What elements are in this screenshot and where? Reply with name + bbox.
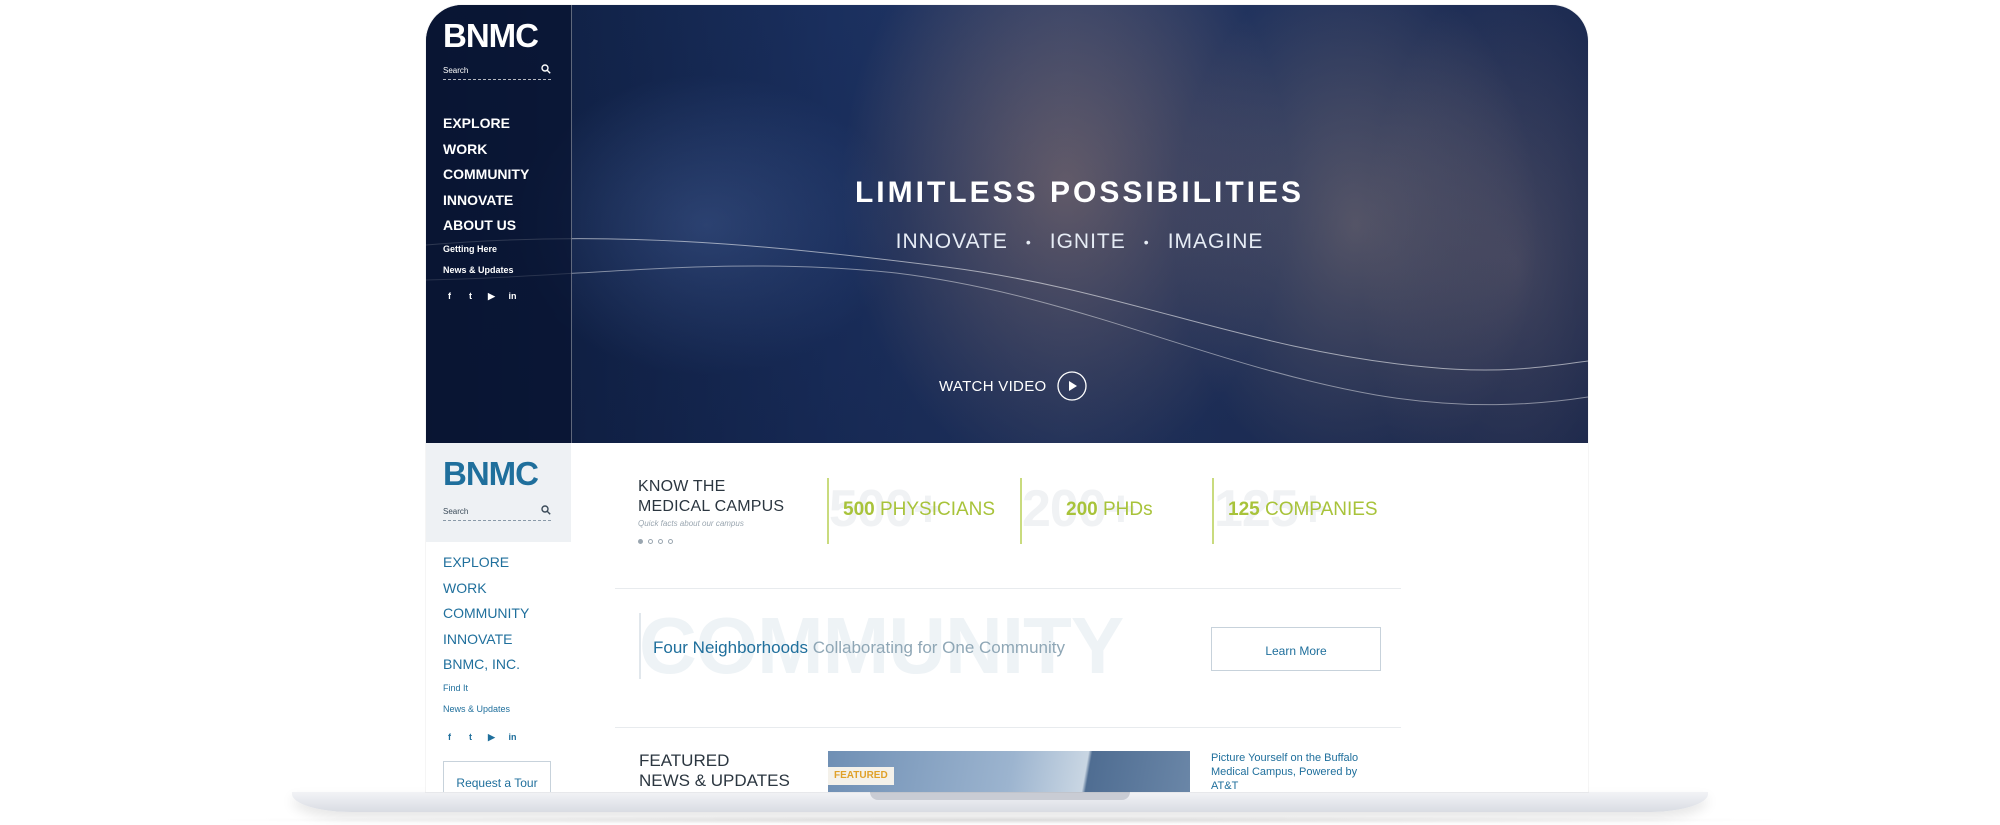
lower-search-box [443,504,551,521]
section-divider [615,727,1401,728]
lower-logo-panel: BNMC [426,443,571,542]
twitter-icon[interactable]: t [464,290,477,302]
tagline-separator: • [1143,234,1150,251]
youtube-icon[interactable]: ▶ [485,731,498,743]
community-heading-light: Collaborating for One Community [812,638,1065,657]
nav-community[interactable]: COMMUNITY [443,601,529,627]
featured-heading: FEATURED NEWS & UPDATES [639,751,790,791]
hero-tagline: INNOVATE • IGNITE • IMAGINE [571,230,1588,254]
carousel-dots [638,539,673,544]
stat-number: 500 [843,499,875,520]
carousel-dot[interactable] [668,539,673,544]
nav-innovate[interactable]: INNOVATE [443,188,529,214]
carousel-dot[interactable] [648,539,653,544]
main-content: KNOW THE MEDICAL CAMPUS Quick facts abou… [571,443,1588,792]
laptop-notch [870,792,1130,800]
facebook-icon[interactable]: f [443,731,456,743]
featured-badge: FEATURED [828,767,894,785]
linkedin-icon[interactable]: in [506,290,519,302]
social-links: f t ▶ in [443,290,519,302]
nav-getting-here[interactable]: Getting Here [443,239,529,261]
nav-about-us[interactable]: ABOUT US [443,213,529,239]
nav-community[interactable]: COMMUNITY [443,162,529,188]
hero-sidebar: BNMC EXPLORE WORK COMMUNITY INNOVATE ABO… [426,5,572,443]
request-tour-button[interactable]: Request a Tour [443,761,551,792]
nav-find-it[interactable]: Find It [443,678,529,700]
lower-sidebar: BNMC EXPLORE WORK COMMUNITY INNOVATE BNM… [426,443,572,792]
stat-number: 200 [1066,499,1098,520]
featured-news-image[interactable]: FEATURED [828,751,1190,792]
nav-news-updates[interactable]: News & Updates [443,699,529,721]
hero-main-nav: EXPLORE WORK COMMUNITY INNOVATE ABOUT US… [443,111,529,282]
know-heading-line2: MEDICAL CAMPUS [638,498,785,515]
linkedin-icon[interactable]: in [506,731,519,743]
search-input[interactable] [443,63,533,77]
stat-number: 125 [1228,499,1260,520]
carousel-dot[interactable] [638,539,643,544]
nav-innovate[interactable]: INNOVATE [443,627,529,653]
stat-physicians: 500+ 500 PHYSICIANS [827,478,995,544]
play-icon[interactable] [1057,371,1088,401]
nav-news-updates[interactable]: News & Updates [443,260,529,282]
know-campus-subtitle: Quick facts about our campus [638,519,744,528]
tagline-innovate: INNOVATE [895,230,1008,253]
stat-value: 200 PHDs [1066,499,1153,521]
stat-label: PHYSICIANS [879,499,996,520]
youtube-icon[interactable]: ▶ [485,290,498,302]
stat-phds: 200+ 200 PHDs [1020,478,1153,544]
nav-work[interactable]: WORK [443,576,529,602]
tagline-imagine: IMAGINE [1167,230,1264,253]
twitter-icon[interactable]: t [464,731,477,743]
laptop-floor-shadow [200,816,1800,824]
section-divider [615,588,1401,589]
watch-video-button[interactable]: WATCH VIDEO [939,371,1088,401]
hero-title: LIMITLESS POSSIBILITIES [854,176,1305,209]
facebook-icon[interactable]: f [443,290,456,302]
stat-value: 125 COMPANIES [1228,499,1378,521]
know-campus-heading: KNOW THE MEDICAL CAMPUS [638,477,784,517]
nav-work[interactable]: WORK [443,137,529,163]
featured-news-link[interactable]: Picture Yourself on the Buffalo Medical … [1211,751,1381,792]
stat-value: 500 PHYSICIANS [843,499,995,521]
stat-label: PHDs [1102,499,1153,520]
tagline-separator: • [1025,234,1032,251]
nav-bnmc-inc[interactable]: BNMC, INC. [443,652,529,678]
lower-search-input[interactable] [443,504,533,518]
nav-explore[interactable]: EXPLORE [443,550,529,576]
stat-label: COMPANIES [1264,499,1378,520]
lower-social-links: f t ▶ in [443,731,519,743]
bnmc-logo[interactable]: BNMC [443,19,539,52]
community-heading: Four Neighborhoods Collaborating for One… [653,638,1065,658]
watch-video-label: WATCH VIDEO [939,377,1047,395]
nav-explore[interactable]: EXPLORE [443,111,529,137]
community-accent-bar [639,613,641,679]
learn-more-button[interactable]: Learn More [1211,627,1381,671]
search-icon[interactable] [541,64,551,74]
featured-heading-line1: FEATURED [639,751,730,770]
community-heading-strong: Four Neighborhoods [653,638,808,657]
bnmc-logo-dark[interactable]: BNMC [443,457,539,490]
lower-main-nav: EXPLORE WORK COMMUNITY INNOVATE BNMC, IN… [443,550,529,721]
search-icon[interactable] [541,505,551,515]
stat-companies: 125+ 125 COMPANIES [1212,478,1378,544]
carousel-dot[interactable] [658,539,663,544]
tagline-ignite: IGNITE [1049,230,1126,253]
search-box [443,63,551,80]
know-heading-line1: KNOW THE [638,478,726,495]
featured-heading-line2: NEWS & UPDATES [639,771,790,790]
hero-banner: BNMC EXPLORE WORK COMMUNITY INNOVATE ABO… [426,5,1588,443]
laptop-screen: BNMC EXPLORE WORK COMMUNITY INNOVATE ABO… [426,5,1588,792]
